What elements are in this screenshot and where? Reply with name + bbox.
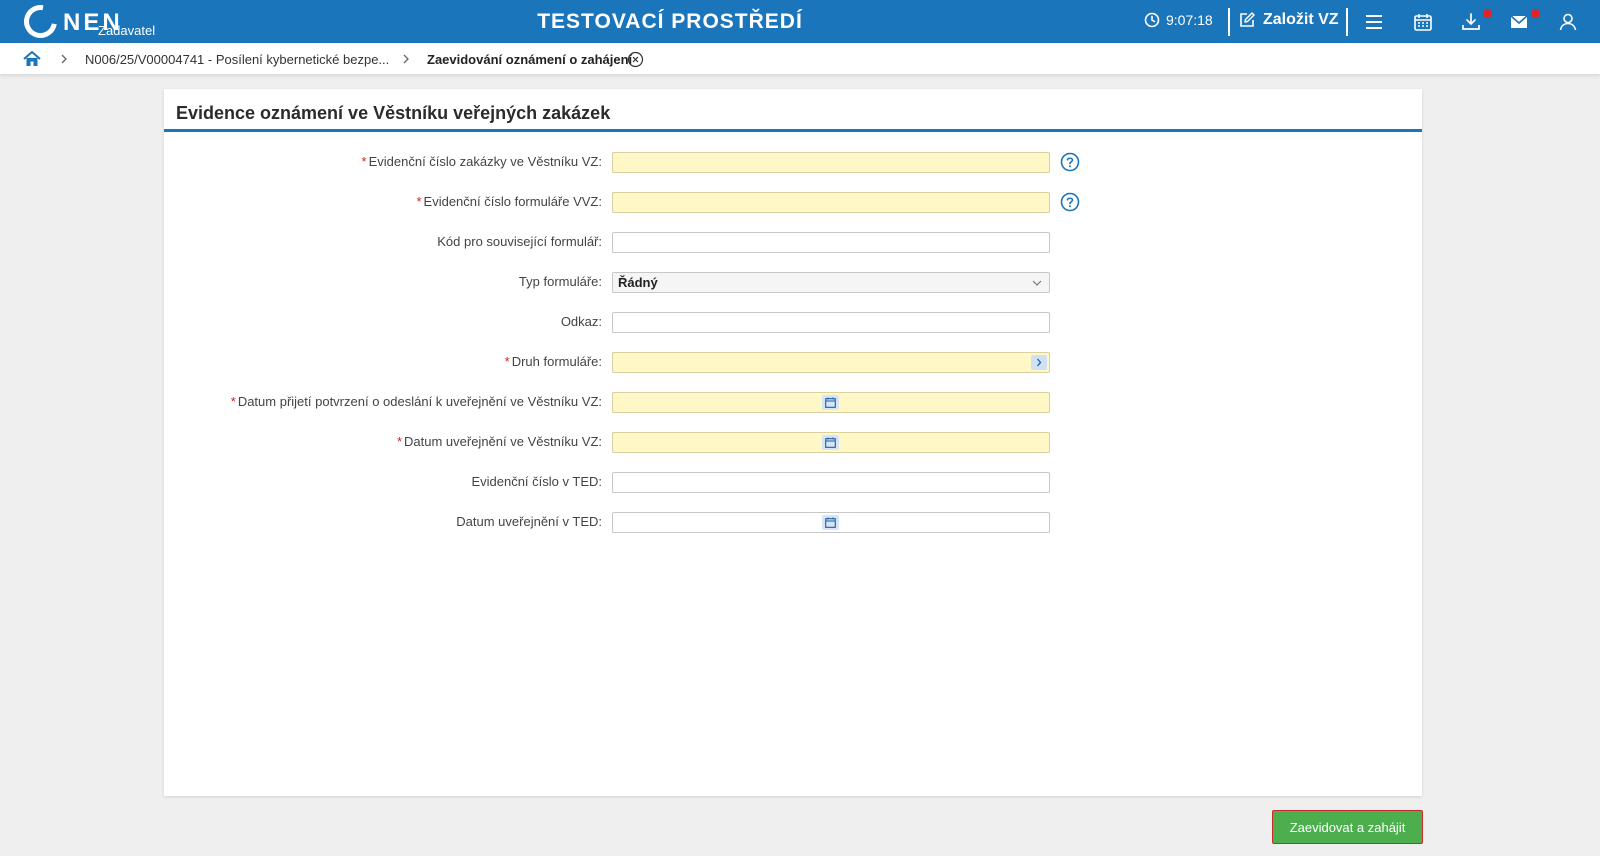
- breadcrumb-item-contract[interactable]: N006/25/V00004741 - Posílení kybernetick…: [85, 52, 389, 67]
- register-and-start-button[interactable]: Zaevidovat a zahájit: [1272, 810, 1423, 844]
- form-kind-picker[interactable]: [612, 352, 1050, 373]
- ted-number-input[interactable]: [612, 472, 1050, 493]
- required-mark: *: [396, 434, 403, 449]
- ted-date-input[interactable]: [612, 512, 1050, 533]
- label-link: Odkaz:: [560, 314, 602, 329]
- form-type-value: Řádný: [618, 275, 658, 290]
- breadcrumb-item-current: Zaevidování oznámení o zahájení: [427, 52, 633, 67]
- label-related-form-code: Kód pro související formulář:: [437, 234, 602, 249]
- breadcrumb: N006/25/V00004741 - Posílení kybernetick…: [0, 43, 1600, 75]
- label-form-type: Typ formuláře:: [518, 274, 602, 289]
- picker-open-button[interactable]: [1031, 355, 1047, 370]
- form-card: Evidence oznámení ve Věstníku veřejných …: [164, 89, 1422, 796]
- contract-number-input[interactable]: [612, 152, 1050, 173]
- required-mark: *: [230, 394, 236, 409]
- label-text: Evidenční číslo formuláře VVZ:: [423, 194, 602, 209]
- date-picker-button[interactable]: [822, 395, 839, 410]
- related-form-code-input[interactable]: [612, 232, 1050, 253]
- home-icon[interactable]: [22, 49, 42, 69]
- date-picker-button[interactable]: [822, 515, 839, 530]
- calendar-icon: [825, 397, 836, 408]
- header-divider: [1346, 8, 1348, 36]
- label-ted-number: Evidenční číslo v TED:: [471, 474, 602, 489]
- confirmation-date-input[interactable]: [612, 392, 1050, 413]
- link-input[interactable]: [612, 312, 1050, 333]
- publication-date-input[interactable]: [612, 432, 1050, 453]
- calendar-icon[interactable]: [1412, 11, 1434, 33]
- date-picker-button[interactable]: [822, 435, 839, 450]
- top-header: NEN Zadavatel TESTOVACÍ PROSTŘEDÍ 9:07:1…: [0, 0, 1600, 45]
- form-number-input[interactable]: [612, 192, 1050, 213]
- required-mark: *: [416, 194, 422, 209]
- user-icon[interactable]: [1557, 11, 1579, 33]
- label-form-kind: * Druh formuláře:: [505, 354, 602, 369]
- label-confirmation-date: * Datum přijetí potvrzení o odeslání k uv…: [231, 394, 602, 409]
- form-title: Evidence oznámení ve Věstníku veřejných …: [176, 103, 611, 123]
- environment-title: TESTOVACÍ PROSTŘEDÍ: [537, 10, 803, 33]
- calendar-icon: [825, 517, 836, 528]
- form-type-select[interactable]: Řádný: [612, 272, 1050, 293]
- required-mark: *: [361, 154, 367, 169]
- title-underline: [164, 129, 1422, 132]
- label-publication-date: * Datum uveřejnění ve Věstníku VZ:: [397, 434, 602, 449]
- mail-icon[interactable]: [1508, 11, 1530, 33]
- help-icon[interactable]: [1060, 192, 1080, 212]
- clock-value: 9:07:18: [1166, 12, 1213, 28]
- download-badge: [1483, 9, 1492, 18]
- label-contract-number: * Evidenční číslo zakázky ve Věstníku VZ:: [362, 154, 602, 169]
- label-text: Datum přijetí potvrzení o odeslání k uve…: [237, 394, 602, 409]
- calendar-icon: [825, 437, 836, 448]
- label-text: Datum uveřejnění ve Věstníku VZ:: [404, 434, 602, 449]
- chevron-right-icon: [1037, 358, 1042, 367]
- label-text: Evidenční číslo zakázky ve Věstníku VZ:: [368, 154, 602, 169]
- required-mark: *: [504, 354, 510, 369]
- chevron-right-icon: [61, 54, 67, 64]
- edit-icon: [1240, 12, 1255, 27]
- label-ted-date: Datum uveřejnění v TED:: [456, 514, 602, 529]
- label-form-number: * Evidenční číslo formuláře VVZ:: [416, 194, 602, 209]
- mail-badge: [1531, 9, 1540, 18]
- create-vz-button[interactable]: Založit VZ: [1238, 11, 1339, 29]
- create-vz-label: Založit VZ: [1263, 11, 1339, 28]
- menu-icon[interactable]: [1363, 11, 1385, 33]
- close-tab-icon[interactable]: [627, 51, 644, 68]
- chevron-right-icon: [403, 54, 409, 64]
- chevron-down-icon: [1032, 280, 1042, 286]
- header-divider: [1228, 8, 1230, 36]
- label-text: Druh formuláře:: [511, 354, 602, 369]
- help-icon[interactable]: [1060, 152, 1080, 172]
- session-clock: 9:07:18: [1144, 12, 1213, 28]
- clock-icon: [1144, 12, 1160, 28]
- download-icon[interactable]: [1460, 11, 1482, 33]
